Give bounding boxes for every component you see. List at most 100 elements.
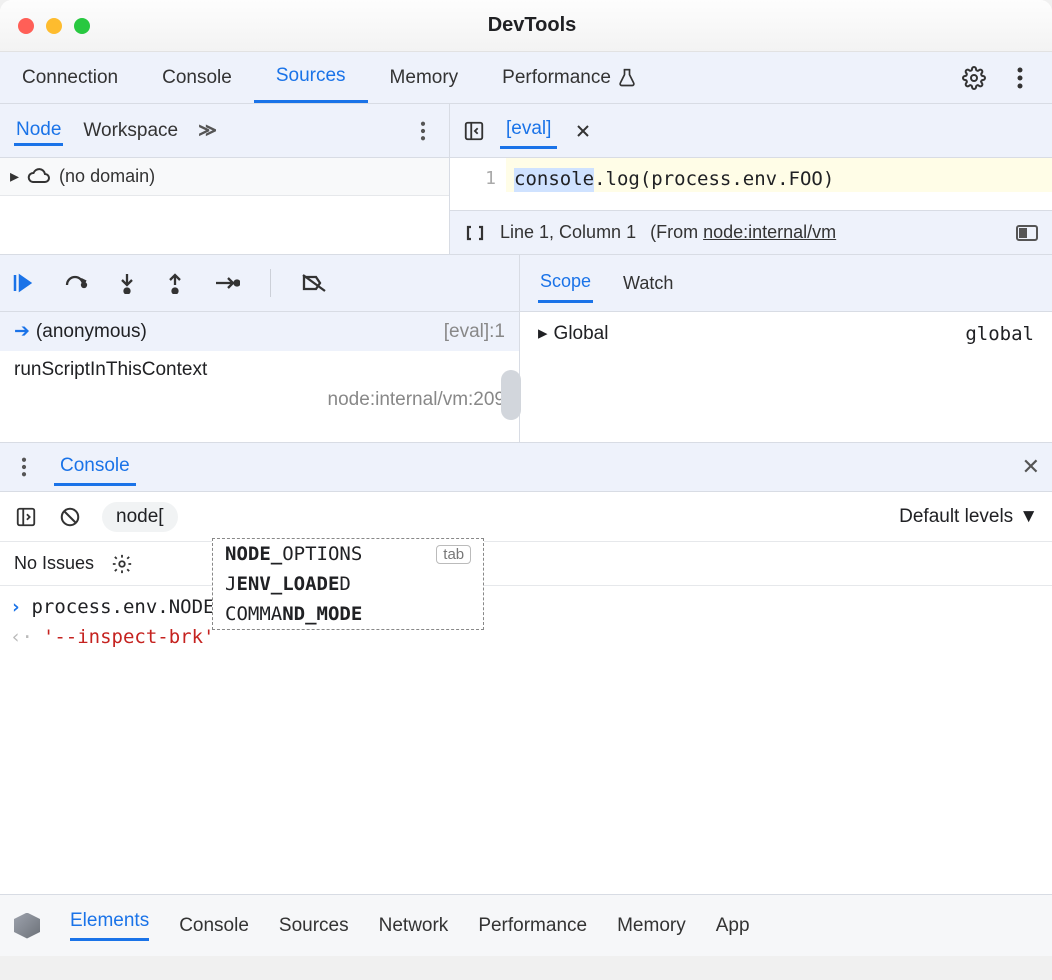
- scope-panel[interactable]: ▸ Global global: [520, 312, 1052, 442]
- tab-performance-label: Performance: [502, 67, 611, 89]
- tab-scope[interactable]: Scope: [538, 263, 593, 303]
- tab-watch[interactable]: Watch: [623, 273, 673, 294]
- cursor-position: Line 1, Column 1: [500, 222, 636, 243]
- drawer-kebab-icon[interactable]: [12, 455, 36, 479]
- from-label: (From: [650, 222, 703, 242]
- close-button[interactable]: [18, 18, 34, 34]
- console-return-line: ‹· '--inspect-brk': [10, 622, 1042, 652]
- gear-icon[interactable]: [962, 66, 986, 90]
- step-icon[interactable]: [214, 276, 240, 290]
- stack-frame-1[interactable]: runScriptInThisContext: [0, 351, 519, 389]
- coverage-icon[interactable]: [1016, 225, 1038, 241]
- call-stack[interactable]: ➔ (anonymous) [eval]:1 runScriptInThisCo…: [0, 312, 520, 442]
- titlebar: DevTools: [0, 0, 1052, 52]
- host-tab-console[interactable]: Console: [179, 915, 249, 937]
- format-icon[interactable]: [464, 224, 486, 242]
- code-line-1: console.log(process.env.FOO): [506, 158, 1052, 192]
- close-file-icon[interactable]: [571, 119, 595, 143]
- file-tab-bar: [eval]: [450, 104, 1052, 158]
- debug-row: Scope Watch: [0, 254, 1052, 312]
- host-tab-performance[interactable]: Performance: [478, 915, 587, 937]
- more-tabs-icon[interactable]: ≫: [198, 120, 217, 141]
- current-frame-icon: ➔: [14, 320, 30, 343]
- step-out-icon[interactable]: [166, 272, 184, 294]
- zoom-button[interactable]: [74, 18, 90, 34]
- issues-bar: No Issues: [0, 542, 1052, 586]
- tab-sources[interactable]: Sources: [254, 52, 368, 103]
- autocomplete-popup: NODE_OPTIONS tab JENV_LOADED COMMAND_MOD…: [212, 538, 484, 630]
- host-tab-memory[interactable]: Memory: [617, 915, 686, 937]
- step-into-icon[interactable]: [118, 272, 136, 294]
- chevron-right-icon: ▸: [10, 166, 19, 187]
- frame-name-1: runScriptInThisContext: [14, 359, 207, 381]
- window-controls: [18, 18, 90, 34]
- host-devtools-tabs: Elements Console Sources Network Perform…: [0, 894, 1052, 956]
- return-prompt-icon: ‹·: [10, 626, 33, 648]
- subtab-node[interactable]: Node: [14, 115, 63, 146]
- tab-connection[interactable]: Connection: [0, 52, 140, 103]
- editor-status-bar: Line 1, Column 1 (From node:internal/vm: [450, 210, 1052, 254]
- host-tab-sources[interactable]: Sources: [279, 915, 349, 937]
- scope-watches-tabs: Scope Watch: [520, 255, 1052, 311]
- file-tab-eval[interactable]: [eval]: [500, 112, 557, 149]
- console-toolbar: node[ Default levels ▼ NODE_OPTIONS tab …: [0, 492, 1052, 542]
- tab-performance[interactable]: Performance: [480, 52, 659, 103]
- window-title: DevTools: [90, 14, 974, 37]
- scrollbar-thumb[interactable]: [501, 370, 521, 420]
- step-over-icon[interactable]: [64, 273, 88, 293]
- source-link[interactable]: node:internal/vm: [703, 222, 836, 242]
- drawer-tab-console[interactable]: Console: [54, 449, 136, 486]
- console-drawer: Console ✕ node[ Default levels ▼ NODE_OP…: [0, 442, 1052, 658]
- no-domain-label: (no domain): [59, 166, 155, 187]
- autocomplete-option-2[interactable]: JENV_LOADED: [213, 569, 483, 599]
- close-drawer-icon[interactable]: ✕: [1022, 454, 1040, 480]
- console-settings-icon[interactable]: [110, 552, 134, 576]
- tab-console[interactable]: Console: [140, 52, 254, 103]
- chevron-down-icon: ▼: [1019, 506, 1038, 528]
- scope-global-label: Global: [554, 323, 609, 345]
- autocomplete-option-1[interactable]: NODE_OPTIONS tab: [213, 539, 483, 569]
- code-token-console: console: [514, 168, 594, 192]
- console-output[interactable]: › process.env.NODE ‹· '--inspect-brk': [0, 586, 1052, 658]
- kebab-menu-icon[interactable]: [1008, 66, 1032, 90]
- stack-frame-1-loc: node:internal/vm:209: [0, 389, 519, 419]
- frame-name-0: (anonymous): [36, 321, 147, 343]
- host-tab-app[interactable]: App: [716, 915, 750, 937]
- cloud-icon: [27, 168, 51, 186]
- frame-loc-1: node:internal/vm:209: [328, 389, 505, 411]
- host-tab-network[interactable]: Network: [379, 915, 449, 937]
- source-editor[interactable]: 1 console.log(process.env.FOO): [450, 158, 1052, 210]
- toggle-sidebar-icon[interactable]: [14, 505, 38, 529]
- input-prompt-icon: ›: [10, 596, 21, 618]
- line-number: 1: [450, 158, 506, 210]
- host-tab-elements[interactable]: Elements: [70, 910, 149, 941]
- subtab-workspace[interactable]: Workspace: [81, 116, 180, 146]
- flask-icon: [617, 68, 637, 88]
- console-input-line[interactable]: › process.env.NODE: [10, 592, 1042, 622]
- main-tabbar: Connection Console Sources Memory Perfor…: [0, 52, 1052, 104]
- devtools-window: DevTools Connection Console Sources Memo…: [0, 0, 1052, 894]
- no-issues-label: No Issues: [14, 553, 94, 574]
- debugger-controls: [0, 255, 520, 311]
- execution-context[interactable]: node[: [102, 502, 178, 532]
- clear-console-icon[interactable]: [58, 505, 82, 529]
- code-token-rest: .log(process.env.FOO): [594, 168, 834, 192]
- chevron-right-icon: ▸: [538, 322, 548, 345]
- log-levels[interactable]: Default levels ▼: [899, 506, 1038, 528]
- tab-memory[interactable]: Memory: [368, 52, 481, 103]
- toggle-navigator-icon[interactable]: [462, 119, 486, 143]
- file-tree[interactable]: ▸ (no domain): [0, 158, 449, 196]
- console-return-value: '--inspect-brk': [43, 626, 215, 648]
- source-origin: (From node:internal/vm: [650, 222, 836, 243]
- console-input-text: process.env.NODE: [31, 596, 214, 618]
- autocomplete-option-3[interactable]: COMMAND_MODE: [213, 599, 483, 629]
- minimize-button[interactable]: [46, 18, 62, 34]
- deactivate-breakpoints-icon[interactable]: [301, 273, 327, 293]
- tab-hint: tab: [436, 545, 471, 564]
- navigator-tabs: Node Workspace ≫: [0, 104, 449, 158]
- navigator-kebab-icon[interactable]: [411, 119, 435, 143]
- stack-frame-0[interactable]: ➔ (anonymous) [eval]:1: [0, 312, 519, 351]
- devtools-logo-icon: [14, 913, 40, 939]
- frame-loc-0: [eval]:1: [444, 321, 505, 343]
- resume-icon[interactable]: [12, 273, 34, 293]
